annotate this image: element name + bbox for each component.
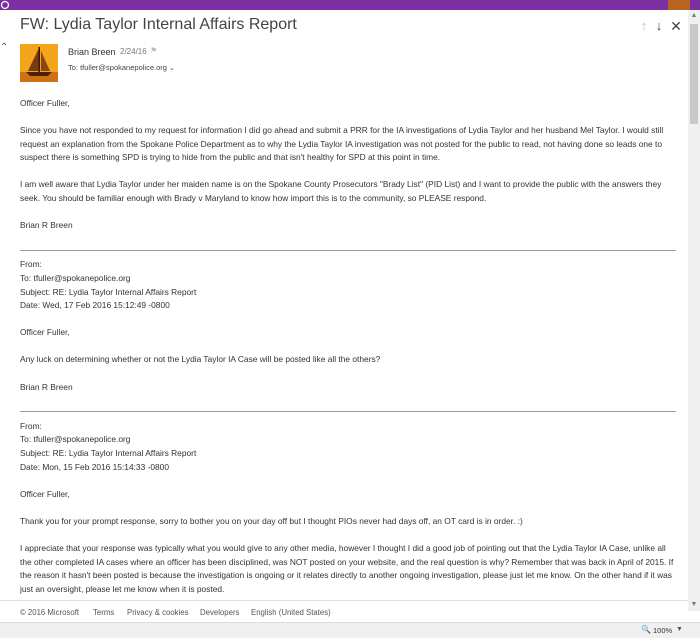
footer-language-link[interactable]: English (United States) xyxy=(251,608,331,617)
zoom-level[interactable]: 100% xyxy=(653,626,672,635)
forward-2-date: Date: Mon, 15 Feb 2016 15:14:33 -0800 xyxy=(20,462,169,472)
forward-1-body: Any luck on determining whether or not t… xyxy=(20,354,381,364)
sender-avatar xyxy=(20,44,58,82)
close-icon[interactable]: ✕ xyxy=(669,18,683,34)
divider xyxy=(20,411,676,412)
chevron-down-icon[interactable]: ⌄ xyxy=(169,65,175,72)
sent-date: 2/24/16 xyxy=(120,47,147,56)
scroll-up-icon[interactable]: ▲ xyxy=(688,10,700,22)
sailboat-icon xyxy=(20,44,58,82)
collapse-chevron-icon[interactable]: ⌃ xyxy=(0,42,8,62)
page-footer: © 2016 Microsoft Terms Privacy & cookies… xyxy=(0,600,688,623)
chevron-down-icon[interactable]: ▼ xyxy=(676,626,683,633)
message-paragraph-1: Since you have not responded to my reque… xyxy=(20,125,664,163)
forward-2-greeting: Officer Fuller, xyxy=(20,489,70,499)
subject-header: FW: Lydia Taylor Internal Affairs Report… xyxy=(0,10,688,42)
forward-2-subject: Subject: RE: Lydia Taylor Internal Affai… xyxy=(20,448,197,458)
forward-2-paragraph-2: I appreciate that your response was typi… xyxy=(20,543,674,594)
forward-1-date: Date: Wed, 17 Feb 2016 15:12:49 -0800 xyxy=(20,300,170,310)
message-paragraph-2: I am well aware that Lydia Taylor under … xyxy=(20,179,662,203)
footer-privacy-link[interactable]: Privacy & cookies xyxy=(127,608,189,617)
recipient-line[interactable]: To: tfuller@spokanepolice.org ⌄ xyxy=(68,63,175,72)
profile-thumbnail[interactable] xyxy=(668,0,690,10)
footer-developers-link[interactable]: Developers xyxy=(200,608,239,617)
forward-1-subject: Subject: RE: Lydia Taylor Internal Affai… xyxy=(20,287,197,297)
forward-1-to: To: tfuller@spokanepolice.org xyxy=(20,273,131,283)
recipient-text: To: tfuller@spokanepolice.org xyxy=(68,63,167,72)
divider xyxy=(20,250,676,251)
forward-2-paragraph-1: Thank you for your prompt response, sorr… xyxy=(20,516,523,526)
footer-copyright: © 2016 Microsoft xyxy=(20,608,80,617)
email-subject: FW: Lydia Taylor Internal Affairs Report xyxy=(20,16,297,33)
flag-icon[interactable]: ⚑ xyxy=(150,46,157,55)
footer-terms-link[interactable]: Terms xyxy=(93,608,114,617)
app-logo-icon xyxy=(0,0,10,10)
status-bar: 🔍 100% ▼ xyxy=(0,622,700,638)
forward-1-from: From: xyxy=(20,259,42,269)
forward-1-greeting: Officer Fuller, xyxy=(20,327,70,337)
scroll-down-icon[interactable]: ▼ xyxy=(688,599,700,611)
forward-2-from: From: xyxy=(20,421,42,431)
sender-name[interactable]: Brian Breen xyxy=(68,47,116,57)
next-message-icon[interactable]: ↓ xyxy=(652,18,666,34)
zoom-icon[interactable]: 🔍 xyxy=(641,625,651,634)
forward-2-to: To: tfuller@spokanepolice.org xyxy=(20,434,131,444)
message-signature: Brian R Breen xyxy=(20,220,73,230)
app-title-bar xyxy=(0,0,700,10)
forward-1-signature: Brian R Breen xyxy=(20,382,73,392)
scrollbar-thumb[interactable] xyxy=(690,24,698,124)
previous-message-icon[interactable]: ↑ xyxy=(637,18,651,34)
message-greeting: Officer Fuller, xyxy=(20,98,70,108)
